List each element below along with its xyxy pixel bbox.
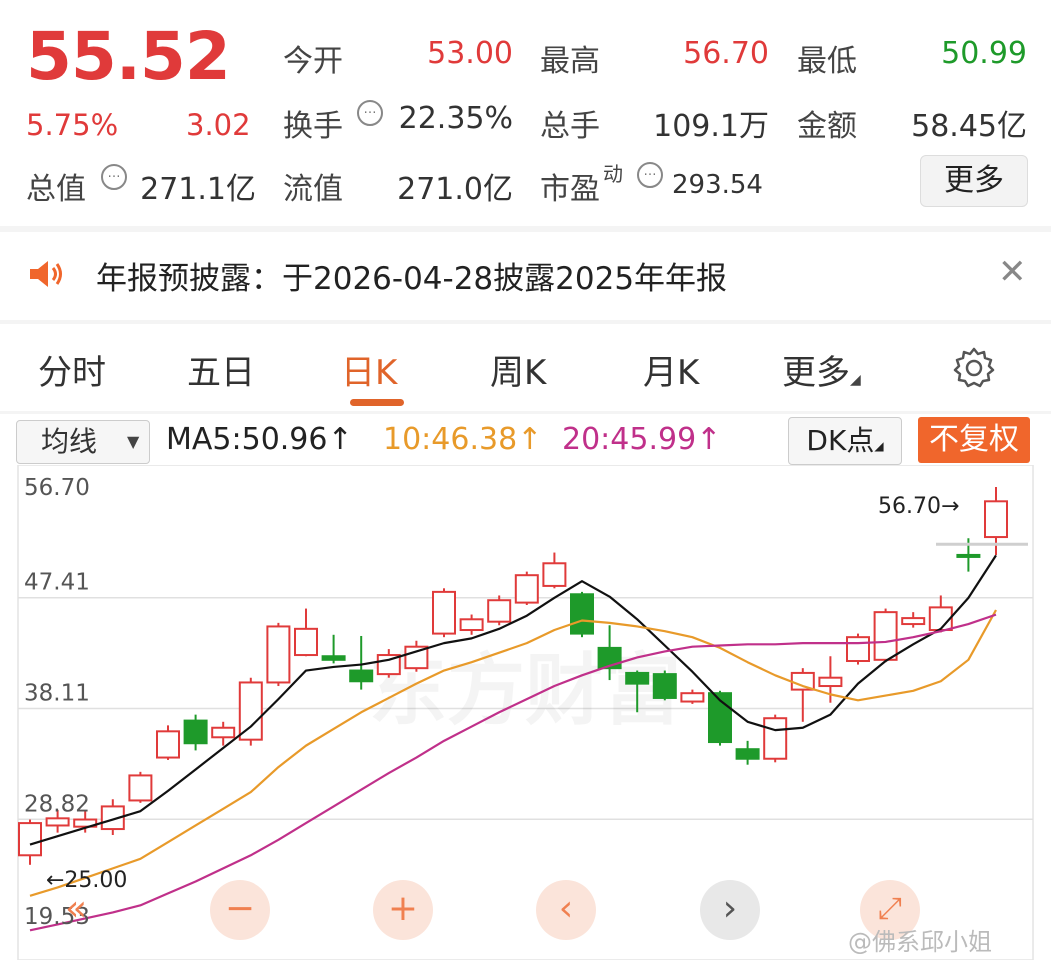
candle-body bbox=[321, 655, 346, 661]
mcap-info-icon[interactable]: … bbox=[101, 164, 127, 190]
dropdown-corner-icon: ◢ bbox=[850, 372, 861, 388]
triangle-down-icon: ▼ bbox=[127, 432, 140, 451]
candle-body bbox=[542, 562, 567, 587]
dk-point-button[interactable]: DK点◢ bbox=[788, 417, 902, 465]
indicator-select-label: 均线 bbox=[41, 425, 98, 458]
candle-body bbox=[487, 599, 512, 623]
y-tick-label: 56.70 bbox=[24, 475, 90, 501]
float-mcap-label: 流值 bbox=[283, 172, 343, 207]
weibo-watermark: @佛系邱小姐 bbox=[848, 928, 992, 956]
close-icon[interactable]: ✕ bbox=[998, 252, 1027, 292]
candle-body bbox=[956, 553, 981, 558]
indicator-select[interactable]: 均线 ▼ bbox=[16, 420, 150, 464]
candle-body bbox=[266, 625, 291, 684]
divider bbox=[0, 320, 1051, 324]
tab-intraday[interactable]: 分时 bbox=[38, 345, 106, 394]
speaker-icon bbox=[28, 258, 68, 294]
gear-icon[interactable] bbox=[952, 346, 996, 394]
more-stats-button[interactable]: 更多 bbox=[920, 155, 1028, 207]
divider bbox=[0, 226, 1051, 232]
last-price: 55.52 bbox=[26, 18, 231, 95]
candle-body bbox=[211, 726, 236, 739]
ma20-readout: 20:45.99↑ bbox=[562, 422, 722, 457]
mcap-label: 总值 bbox=[26, 172, 86, 207]
turnover-value: 22.35% bbox=[398, 101, 513, 136]
candle-body bbox=[128, 774, 153, 802]
zoom-in-button[interactable]: + bbox=[373, 880, 433, 940]
candle-body bbox=[763, 717, 788, 760]
candle-body bbox=[846, 636, 870, 663]
float-mcap-value: 271.0亿 bbox=[397, 172, 513, 207]
candle-body bbox=[156, 730, 180, 759]
volume-value: 109.1万 bbox=[653, 109, 769, 144]
candle-body bbox=[349, 669, 374, 683]
pe-type-sup: 动 bbox=[603, 162, 623, 186]
next-button[interactable]: › bbox=[700, 880, 760, 940]
candle-body bbox=[45, 817, 70, 827]
notice-text[interactable]: 年报预披露：于2026-04-28披露2025年年报 bbox=[96, 253, 727, 298]
candle-body bbox=[818, 676, 843, 688]
divider bbox=[0, 411, 1051, 414]
tab-five-day[interactable]: 五日 bbox=[187, 345, 255, 394]
candle-body bbox=[570, 593, 594, 635]
ma5-readout: MA5:50.96↑ bbox=[166, 422, 353, 457]
candle-body bbox=[625, 671, 650, 685]
candle-body bbox=[984, 500, 1008, 539]
dropdown-corner-icon: ◢ bbox=[874, 439, 884, 453]
pe-label: 市盈 bbox=[540, 172, 600, 207]
tab-weekly-k[interactable]: 周K bbox=[490, 345, 546, 394]
candle-body bbox=[514, 574, 539, 604]
high-label: 最高 bbox=[540, 44, 600, 79]
pe-value: 293.54 bbox=[672, 170, 763, 200]
candle-body bbox=[735, 748, 760, 760]
prev-fast-button[interactable]: « bbox=[46, 880, 106, 940]
active-tab-indicator bbox=[350, 399, 404, 406]
volume-label: 总手 bbox=[540, 109, 600, 144]
pe-info-icon[interactable]: … bbox=[637, 162, 663, 188]
mcap-value: 271.1亿 bbox=[140, 172, 256, 207]
low-label: 最低 bbox=[797, 44, 857, 79]
zoom-out-button[interactable]: − bbox=[210, 880, 270, 940]
high-marker: 56.70→ bbox=[878, 494, 959, 519]
amount-value: 58.45亿 bbox=[911, 109, 1027, 144]
y-tick-label: 47.41 bbox=[24, 570, 90, 596]
tab-daily-k[interactable]: 日K bbox=[341, 345, 397, 394]
candle-body bbox=[294, 627, 318, 657]
y-axis-labels: 56.7047.4138.1128.8219.53 bbox=[24, 475, 90, 930]
candle-body bbox=[432, 590, 456, 635]
ma10-readout: 10:46.38↑ bbox=[383, 422, 543, 457]
change-percent: 5.75% bbox=[26, 108, 119, 142]
candle-body bbox=[901, 617, 926, 626]
tab-more[interactable]: 更多◢ bbox=[782, 345, 861, 394]
y-tick-label: 38.11 bbox=[24, 681, 90, 707]
amount-label: 金额 bbox=[797, 109, 857, 144]
candle-body bbox=[459, 618, 484, 632]
adjustment-button[interactable]: 不复权 bbox=[918, 417, 1030, 463]
turnover-info-icon[interactable]: … bbox=[357, 100, 383, 126]
candle-body bbox=[652, 673, 677, 699]
tab-monthly-k[interactable]: 月K bbox=[643, 345, 699, 394]
prev-button[interactable]: ‹ bbox=[536, 880, 596, 940]
y-tick-label: 28.82 bbox=[24, 791, 90, 817]
candle-body bbox=[680, 692, 705, 703]
low-value: 50.99 bbox=[941, 36, 1027, 71]
high-value: 56.70 bbox=[683, 36, 769, 71]
change-amount: 3.02 bbox=[186, 108, 251, 142]
candle-body bbox=[873, 611, 898, 661]
open-value: 53.00 bbox=[427, 36, 513, 71]
candle-body bbox=[183, 719, 208, 745]
candle-body bbox=[18, 822, 42, 857]
open-label: 今开 bbox=[283, 44, 343, 79]
turnover-label: 换手 bbox=[283, 109, 343, 144]
candle-body bbox=[238, 681, 263, 741]
